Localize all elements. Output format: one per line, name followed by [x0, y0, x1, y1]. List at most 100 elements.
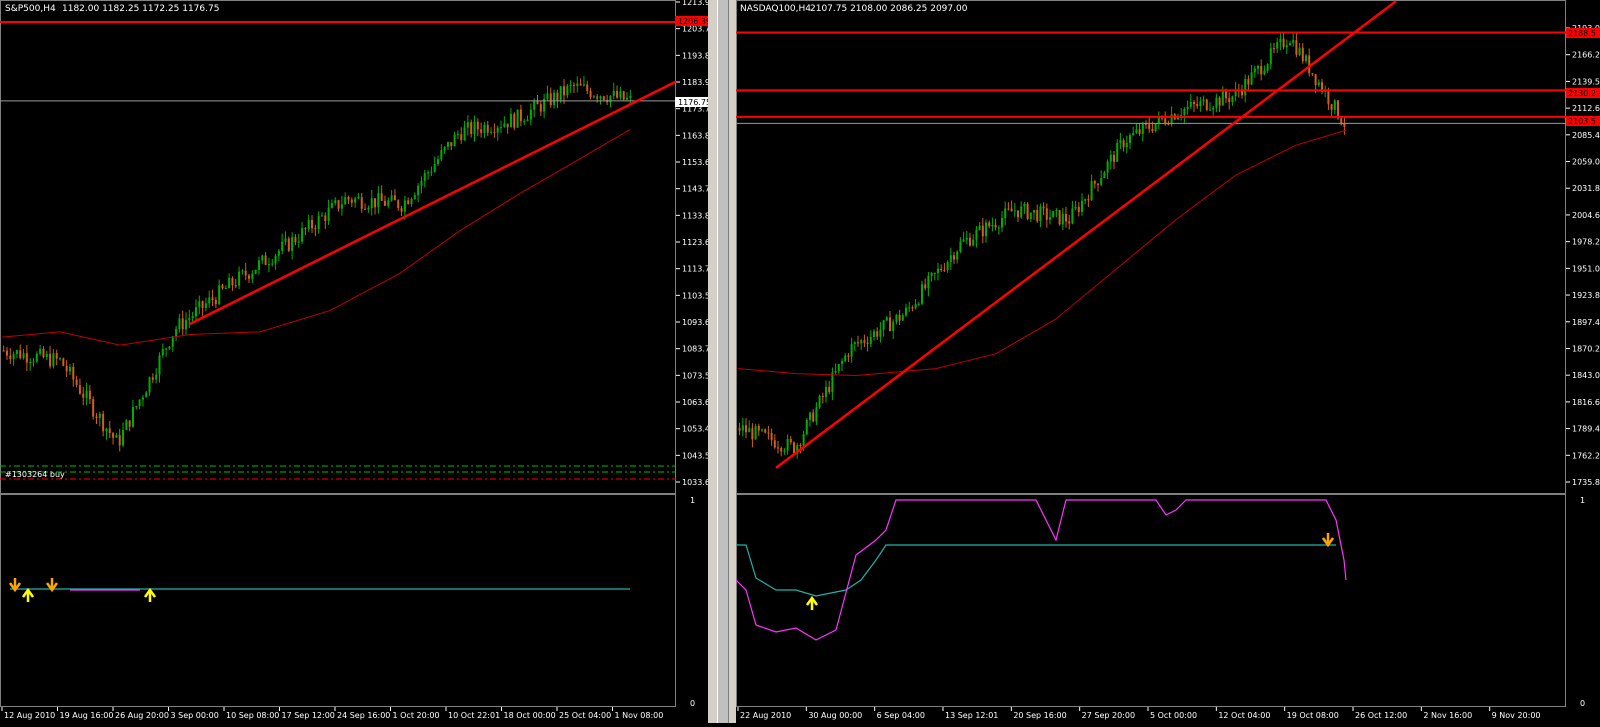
window-splitter[interactable]	[708, 0, 736, 723]
candle-body	[1276, 42, 1279, 49]
price-tick-label: 1083.70	[682, 345, 708, 354]
candle-body	[940, 268, 943, 271]
candle-body	[357, 197, 360, 199]
candle-body	[523, 121, 526, 123]
candle-body	[15, 350, 18, 354]
candle-body	[853, 342, 856, 345]
price-tick-label: 1093.60	[682, 318, 708, 327]
candle-body	[927, 275, 930, 289]
time-label: 10 Oct 22:01	[448, 711, 500, 720]
candle-body	[450, 142, 453, 147]
left-chart-ohlc: 1182.00 1182.25 1172.25 1176.75	[62, 4, 219, 14]
time-label: 26 Oct 12:00	[1355, 711, 1407, 720]
candle-body	[264, 255, 267, 265]
candle-body	[873, 331, 875, 337]
candle-body	[486, 124, 489, 133]
trendline	[775, 0, 1397, 469]
candle-body	[45, 353, 48, 358]
candle-body	[924, 284, 927, 289]
candle-body	[344, 197, 347, 205]
candle-body	[5, 350, 8, 356]
candle-body	[841, 361, 843, 365]
arrow-up-signal	[21, 587, 35, 602]
candle-body	[1269, 48, 1272, 65]
time-label: 18 Oct 00:00	[504, 711, 556, 720]
candle-body	[622, 91, 625, 100]
candle-body	[483, 124, 486, 133]
candle-body	[496, 127, 499, 133]
candle-body	[234, 285, 237, 287]
candle-body	[443, 146, 446, 151]
candle-body	[985, 222, 987, 237]
candle-body	[1231, 96, 1234, 102]
candle-body	[267, 264, 270, 266]
price-tick-label: 2031.8	[1572, 184, 1600, 193]
right-resistance-price-3: 2103.5	[1568, 117, 1596, 126]
right-time-axis: 22 Aug 2010 30 Aug 00:00 6 Sep 04:00 13 Sep…	[737, 707, 1541, 720]
candle-body	[1055, 210, 1058, 212]
candle-body	[994, 224, 997, 228]
candle-body	[241, 270, 244, 272]
left-chart-svg[interactable]: 1213.901203.701193.801183.901173.701163.…	[0, 0, 715, 723]
candle-body	[1007, 208, 1010, 210]
candle-body	[789, 438, 792, 443]
time-label: 1 Nov 08:00	[615, 711, 664, 720]
candle-body	[291, 237, 294, 251]
candle-body	[972, 239, 975, 246]
candle-body	[52, 353, 55, 367]
price-tick-label: 1113.70	[682, 265, 708, 274]
candle-body	[1045, 208, 1048, 220]
candle-body	[128, 420, 131, 427]
candle-body	[745, 425, 747, 433]
time-label: 3 Sep 00:00	[171, 711, 219, 720]
candle-body	[1212, 107, 1215, 110]
price-tick-label: 1073.50	[682, 371, 708, 380]
candle-body	[364, 208, 367, 210]
candle-body	[582, 84, 585, 86]
candle-body	[1225, 91, 1227, 99]
candle-body	[1205, 99, 1208, 110]
candle-body	[456, 134, 459, 136]
candle-body	[847, 355, 850, 357]
candle-body	[921, 284, 923, 304]
candle-body	[1263, 70, 1266, 75]
candle-body	[780, 448, 783, 452]
price-tick-label: 1213.90	[682, 0, 708, 7]
candle-body	[1138, 129, 1141, 134]
price-tick-label: 1033.60	[682, 478, 708, 487]
candle-body	[175, 329, 178, 337]
candle-body	[895, 314, 898, 322]
candle-body	[953, 255, 955, 260]
candle-body	[876, 331, 879, 337]
candle-body	[1119, 140, 1122, 143]
candle-body	[1135, 129, 1138, 133]
candle-body	[470, 122, 473, 135]
right-chart-title: NASDAQ100,H4	[740, 4, 811, 14]
candle-body	[1093, 181, 1096, 184]
right-chart-window[interactable]: 2193.02166.22139.52112.62085.42059.02031…	[735, 0, 1600, 723]
candle-body	[812, 412, 815, 422]
candle-body	[978, 225, 981, 230]
right-chart-svg[interactable]: 2193.02166.22139.52112.62085.42059.02031…	[735, 0, 1600, 723]
candle-body	[892, 321, 895, 332]
candle-body	[430, 171, 433, 173]
candle-body	[1106, 161, 1109, 173]
candle-body	[563, 86, 566, 96]
candle-body	[390, 195, 393, 201]
candle-body	[612, 90, 615, 96]
price-tick-label: 1043.50	[682, 451, 708, 460]
candle-body	[1039, 206, 1042, 222]
price-tick-label: 1103.50	[682, 291, 708, 300]
left-chart-window[interactable]: 1213.901203.701193.801183.901173.701163.…	[0, 0, 715, 723]
right-indicator-bottom-label: 0	[1580, 699, 1585, 708]
arrow-down-signal	[1321, 533, 1335, 548]
candle-body	[155, 374, 158, 380]
candle-body	[546, 93, 549, 99]
price-tick-label: 1153.60	[682, 158, 708, 167]
candle-body	[1132, 132, 1135, 136]
candle-body	[476, 121, 479, 130]
candle-body	[1103, 172, 1106, 179]
candle-body	[882, 320, 885, 330]
candle-body	[1013, 210, 1016, 212]
candle-body	[437, 159, 440, 165]
